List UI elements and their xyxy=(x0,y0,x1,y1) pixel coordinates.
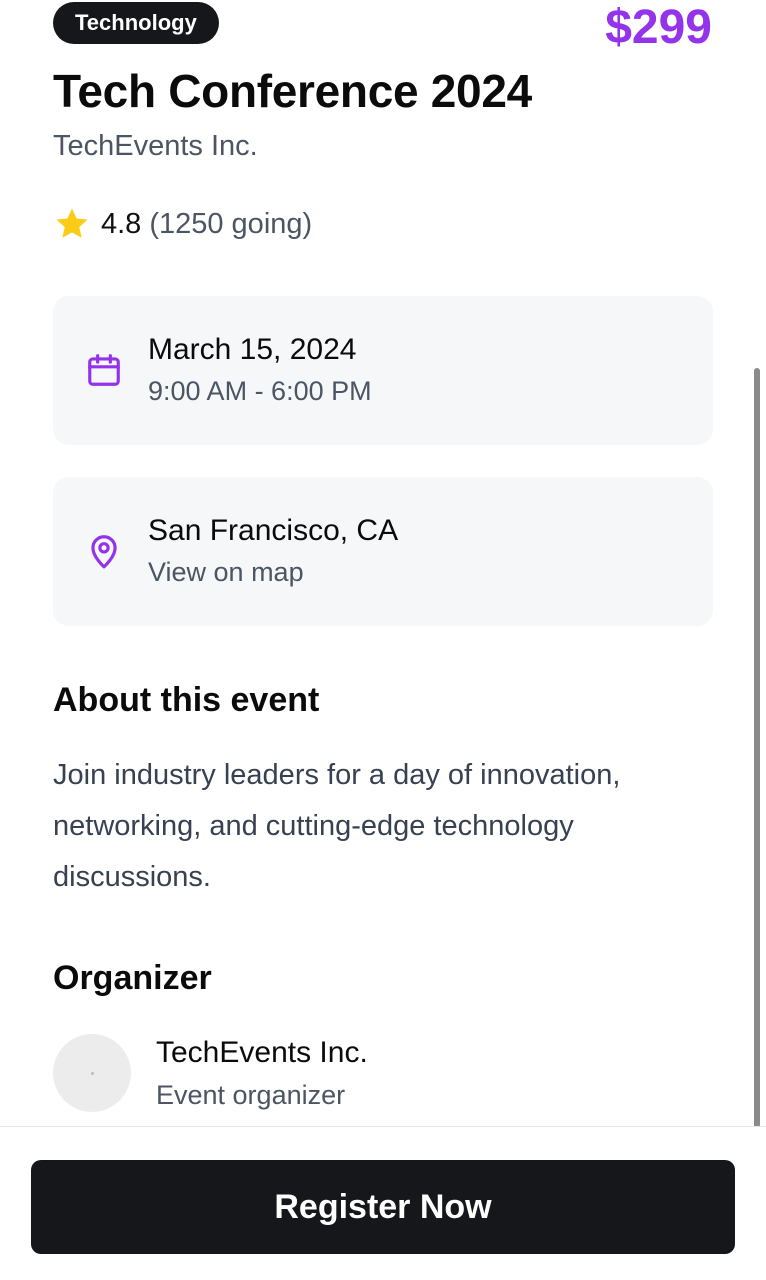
organizer-heading: Organizer xyxy=(53,959,212,997)
event-time: 9:00 AM - 6:00 PM xyxy=(148,376,372,406)
date-card: March 15, 2024 9:00 AM - 6:00 PM xyxy=(53,296,713,445)
event-price: $299 xyxy=(605,1,712,54)
rating-value: 4.8 xyxy=(101,207,142,240)
about-description: Join industry leaders for a day of innov… xyxy=(53,759,621,893)
organizer-avatar xyxy=(53,1034,131,1112)
attendee-count: (1250 going) xyxy=(149,207,313,240)
location-card[interactable]: San Francisco, CA View on map xyxy=(53,477,713,626)
category-badge: Technology xyxy=(53,2,219,44)
register-button[interactable]: Register Now xyxy=(31,1160,735,1254)
map-pin-icon xyxy=(91,535,117,569)
category-label: Technology xyxy=(75,10,197,35)
footer-bar: Register Now xyxy=(0,1127,766,1280)
event-host: TechEvents Inc. xyxy=(53,130,258,162)
about-heading: About this event xyxy=(53,681,320,719)
event-title: Tech Conference 2024 xyxy=(53,65,532,117)
event-detail-page: Technology $299 Tech Conference 2024 Tec… xyxy=(0,0,766,1280)
calendar-icon xyxy=(88,354,120,386)
organizer-role: Event organizer xyxy=(156,1080,346,1110)
organizer-name: TechEvents Inc. xyxy=(156,1036,368,1069)
view-on-map-link[interactable]: View on map xyxy=(148,554,304,590)
event-location: San Francisco, CA xyxy=(148,514,399,547)
star-icon xyxy=(56,208,88,238)
event-date: March 15, 2024 xyxy=(148,333,357,366)
avatar-placeholder-dot xyxy=(91,1072,94,1075)
rating-row: 4.8 (1250 going) xyxy=(53,204,312,244)
scrollbar[interactable] xyxy=(754,368,760,1128)
